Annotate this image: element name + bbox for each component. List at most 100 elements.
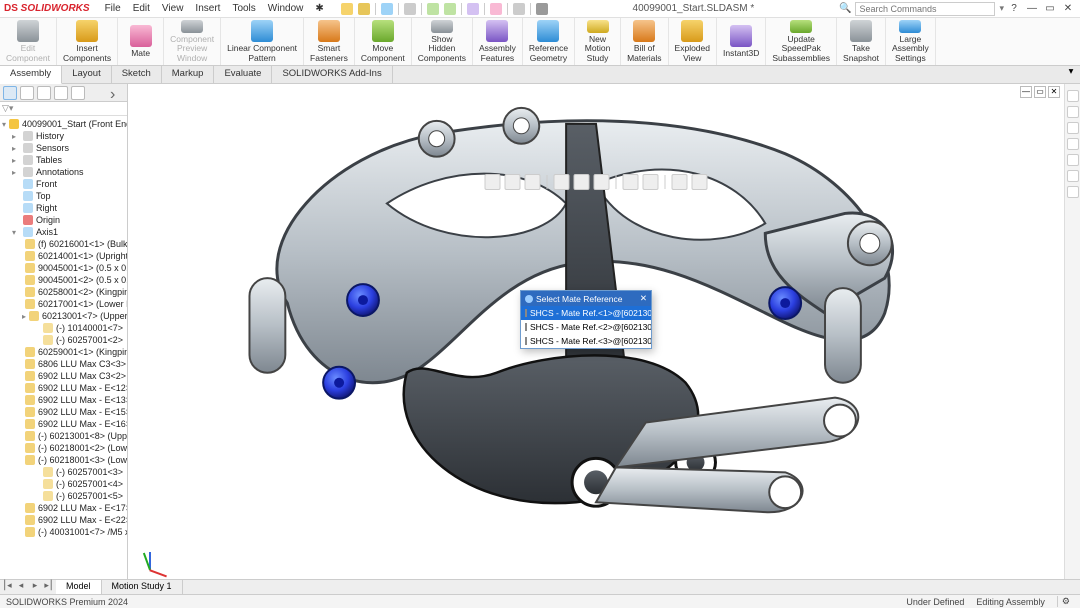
- tree-item[interactable]: 6902 LLU Max - E<13> (Ø 1: [0, 394, 127, 406]
- tree-item[interactable]: (-) 60213001<8> (Upper Art: [0, 430, 127, 442]
- ribbon-smart-fasteners[interactable]: SmartFasteners: [304, 18, 355, 65]
- ribbon-assembly-features[interactable]: AssemblyFeatures: [473, 18, 523, 65]
- ribbon-show-hidden-components[interactable]: ShowHiddenComponents: [412, 18, 473, 65]
- tree-item[interactable]: ▸History: [0, 130, 127, 142]
- graphics-viewport[interactable]: Select Mate Reference ✕ SHCS - Mate Ref.…: [128, 84, 1064, 579]
- popup-item[interactable]: SHCS - Mate Ref.<1>@[60213001<7>]: [521, 306, 651, 320]
- search-input[interactable]: [855, 2, 995, 16]
- qat-select-icon[interactable]: [467, 3, 479, 15]
- apply-scene-icon[interactable]: [672, 174, 688, 190]
- fm-tab-tree[interactable]: [3, 86, 17, 100]
- qat-new-icon[interactable]: [341, 3, 353, 15]
- tree-item[interactable]: ▸Sensors: [0, 142, 127, 154]
- status-units-icon[interactable]: ⚙: [1057, 596, 1074, 607]
- qat-open-icon[interactable]: [358, 3, 370, 15]
- bottom-tab-motion-study-[interactable]: Motion Study 1: [102, 580, 183, 594]
- tree-item[interactable]: 6902 LLU Max C3<2> (Bear: [0, 370, 127, 382]
- tab-assembly[interactable]: Assembly: [0, 66, 62, 84]
- popup-item[interactable]: SHCS - Mate Ref.<3>@[60213001<7>]: [521, 334, 651, 348]
- tree-item[interactable]: Right: [0, 202, 127, 214]
- maximize-button[interactable]: ▭: [1042, 3, 1058, 14]
- tree-item[interactable]: (-) 60257001<3>: [0, 466, 127, 478]
- filter-icon[interactable]: ▽▾: [2, 103, 13, 114]
- tree-item[interactable]: ▸60213001<7> (Upper Articu: [0, 310, 127, 322]
- display-style-icon[interactable]: [574, 174, 590, 190]
- tab-sketch[interactable]: Sketch: [112, 66, 162, 83]
- tree-item[interactable]: Front: [0, 178, 127, 190]
- task-design-library-icon[interactable]: [1067, 106, 1079, 118]
- fm-tab-appearance[interactable]: [71, 86, 85, 100]
- ribbon-new-motion-study[interactable]: NewMotionStudy: [575, 18, 621, 65]
- tree-item[interactable]: ▸Annotations: [0, 166, 127, 178]
- qat-print-icon[interactable]: [404, 3, 416, 15]
- tree-item[interactable]: (-) 60218001<2> (Lower AR: [0, 442, 127, 454]
- task-custom-props-icon[interactable]: [1067, 170, 1079, 182]
- task-appearances-icon[interactable]: [1067, 154, 1079, 166]
- help-icon[interactable]: ?: [1006, 3, 1022, 14]
- tab-markup[interactable]: Markup: [162, 66, 215, 83]
- tree-item[interactable]: 60259001<1> (Kingpin Spac: [0, 346, 127, 358]
- section-view-icon[interactable]: [554, 174, 570, 190]
- view-orientation-icon[interactable]: [594, 174, 610, 190]
- fm-expand-icon[interactable]: ›: [110, 86, 124, 100]
- tree-item[interactable]: (-) 60218001<3> (Lower AR A: [0, 454, 127, 466]
- ribbon-mate[interactable]: Mate: [118, 18, 164, 65]
- tree-item[interactable]: Origin: [0, 214, 127, 226]
- menu-insert[interactable]: Insert: [190, 3, 225, 14]
- menu-window[interactable]: Window: [263, 3, 309, 14]
- ribbon-take-snapshot[interactable]: TakeSnapshot: [837, 18, 886, 65]
- search-dropdown-icon[interactable]: ▾: [999, 3, 1004, 14]
- edit-appearance-icon[interactable]: [643, 174, 659, 190]
- hide-show-icon[interactable]: [623, 174, 639, 190]
- close-button[interactable]: ✕: [1060, 3, 1076, 14]
- tree-item[interactable]: (-) 10140001<7>: [0, 322, 127, 334]
- fm-tab-display[interactable]: [54, 86, 68, 100]
- ribbon-move-component[interactable]: MoveComponent: [355, 18, 412, 65]
- popup-close-icon[interactable]: ✕: [640, 293, 647, 304]
- tree-root[interactable]: ▾ 40099001_Start (Front End Sub Asse ▴: [0, 118, 127, 130]
- popup-titlebar[interactable]: Select Mate Reference ✕: [521, 291, 651, 306]
- tree-item[interactable]: 90045001<2> (0.5 x 0.6 x 1 B: [0, 274, 127, 286]
- minimize-button[interactable]: —: [1024, 3, 1040, 14]
- tree-item[interactable]: 6902 LLU Max - E<15> (Ø 1: [0, 406, 127, 418]
- popup-item[interactable]: SHCS - Mate Ref.<2>@[60213001<7>]: [521, 320, 651, 334]
- ribbon-bill-of-materials[interactable]: Bill ofMaterials: [621, 18, 668, 65]
- ribbon-large-assembly-settings[interactable]: LargeAssemblySettings: [886, 18, 936, 65]
- orientation-triad[interactable]: [134, 543, 164, 573]
- zoom-area-icon[interactable]: [505, 174, 521, 190]
- tree-item[interactable]: (-) 40031001<7> /M5 x 0.8 x 1: [0, 526, 127, 538]
- prev-view-icon[interactable]: [525, 174, 541, 190]
- tree-item[interactable]: 60258001<2> (Kingpin Spac: [0, 286, 127, 298]
- ribbon-exploded-view[interactable]: ExplodedView: [669, 18, 717, 65]
- ribbon-insert-components[interactable]: InsertComponents: [57, 18, 118, 65]
- task-forum-icon[interactable]: [1067, 186, 1079, 198]
- bottom-tab-model[interactable]: Model: [56, 580, 102, 594]
- ribbon-linear-component-pattern[interactable]: Linear ComponentPattern: [221, 18, 304, 65]
- btab-nav-last[interactable]: ▸⎮: [42, 580, 56, 594]
- qat-save-icon[interactable]: [381, 3, 393, 15]
- qat-settings-icon[interactable]: [536, 3, 548, 15]
- btab-nav-first[interactable]: ⎮◂: [0, 580, 14, 594]
- mdi-max-icon[interactable]: ▭: [1034, 86, 1046, 98]
- menu-tools[interactable]: Tools: [227, 3, 260, 14]
- btab-nav-prev[interactable]: ◂: [14, 580, 28, 594]
- feature-tree[interactable]: ▾ 40099001_Start (Front End Sub Asse ▴ ▸…: [0, 116, 127, 579]
- menu-help-icon[interactable]: ✱: [310, 3, 328, 14]
- tree-item[interactable]: ▾Axis1: [0, 226, 127, 238]
- btab-nav-next[interactable]: ▸: [28, 580, 42, 594]
- qat-options-icon[interactable]: [513, 3, 525, 15]
- mdi-close-icon[interactable]: ✕: [1048, 86, 1060, 98]
- menu-file[interactable]: File: [100, 3, 126, 14]
- tab-layout[interactable]: Layout: [62, 66, 112, 83]
- tree-item[interactable]: 6902 LLU Max - E<22> (Ø 1: [0, 514, 127, 526]
- tree-item[interactable]: 60217001<1> (Lower Frame: [0, 298, 127, 310]
- mdi-min-icon[interactable]: —: [1020, 86, 1032, 98]
- qat-rebuild-icon[interactable]: [490, 3, 502, 15]
- zoom-fit-icon[interactable]: [485, 174, 501, 190]
- task-resources-icon[interactable]: [1067, 90, 1079, 102]
- view-settings-icon[interactable]: [692, 174, 708, 190]
- tree-item[interactable]: (-) 60257001<2>: [0, 334, 127, 346]
- ribbon-reference-geometry[interactable]: ReferenceGeometry: [523, 18, 575, 65]
- tree-item[interactable]: (-) 60257001<5>: [0, 490, 127, 502]
- tree-item[interactable]: ▸Tables: [0, 154, 127, 166]
